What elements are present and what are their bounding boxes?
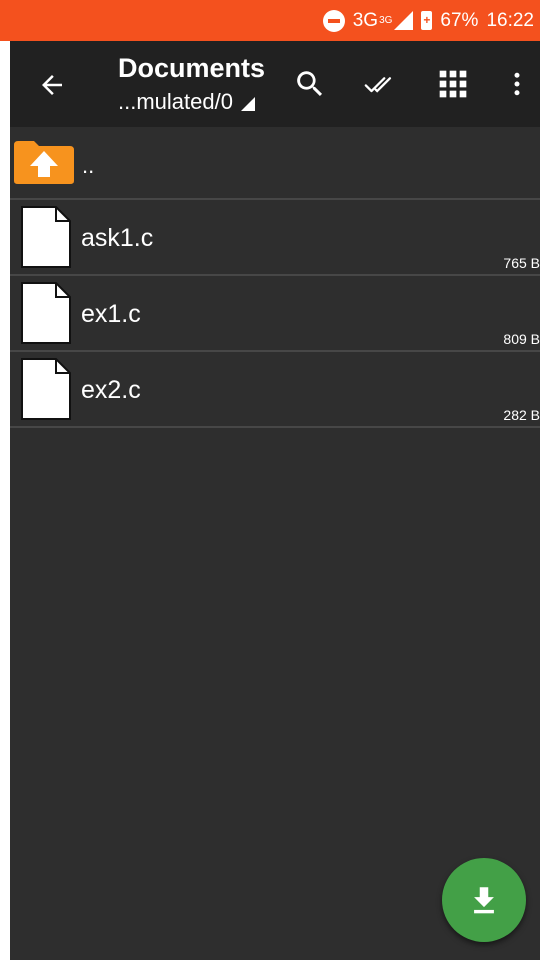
file-name: ask1.c	[81, 224, 154, 252]
file-name: ex2.c	[81, 376, 141, 404]
left-edge-strip	[0, 41, 10, 960]
file-size: 765 B	[503, 255, 540, 271]
network-type: 3G 3G	[353, 10, 393, 32]
file-icon	[21, 206, 71, 268]
path-selector[interactable]: ...mulated/0	[118, 89, 255, 115]
grid-view-button[interactable]	[430, 61, 476, 107]
file-size: 809 B	[503, 331, 540, 347]
battery-charging-icon	[421, 11, 433, 30]
clock: 16:22	[486, 9, 534, 31]
parent-directory-label: ..	[82, 153, 95, 178]
select-all-button[interactable]	[357, 61, 403, 107]
list-item[interactable]: ask1.c 765 B	[10, 200, 540, 276]
path-label: ...mulated/0	[118, 89, 233, 114]
network-label: 3G	[352, 9, 379, 31]
parent-directory-row[interactable]: ..	[10, 127, 540, 200]
arrow-back-icon	[42, 75, 62, 95]
folder-up-icon	[14, 141, 74, 184]
list-item[interactable]: ex2.c 282 B	[10, 352, 540, 428]
grid-view-icon	[439, 70, 467, 98]
double-check-icon	[364, 77, 392, 93]
more-options-button[interactable]	[494, 61, 540, 107]
download-icon	[474, 887, 494, 914]
search-icon	[297, 71, 323, 97]
download-fab-button[interactable]	[442, 858, 526, 942]
more-vert-icon	[514, 72, 520, 96]
battery-percent: 67%	[440, 9, 479, 31]
file-size: 282 B	[503, 407, 540, 423]
network-sup-label: 3G	[379, 15, 393, 26]
do-not-disturb-icon	[322, 9, 345, 32]
dropdown-triangle-icon	[240, 97, 255, 111]
search-button[interactable]	[287, 61, 333, 107]
file-name: ex1.c	[81, 300, 141, 328]
signal-icon	[394, 11, 414, 30]
file-list: .. ask1.c 765 B ex1.c 809 B ex2.c 282 B	[10, 127, 540, 428]
app-bar: Documents ...mulated/0	[10, 41, 540, 127]
file-icon	[21, 358, 71, 420]
page-title: Documents	[118, 53, 266, 83]
list-item[interactable]: ex1.c 809 B	[10, 276, 540, 352]
status-bar: 3G3G 67% 16:22	[0, 0, 540, 41]
back-button[interactable]	[30, 63, 74, 107]
file-icon	[21, 282, 71, 344]
